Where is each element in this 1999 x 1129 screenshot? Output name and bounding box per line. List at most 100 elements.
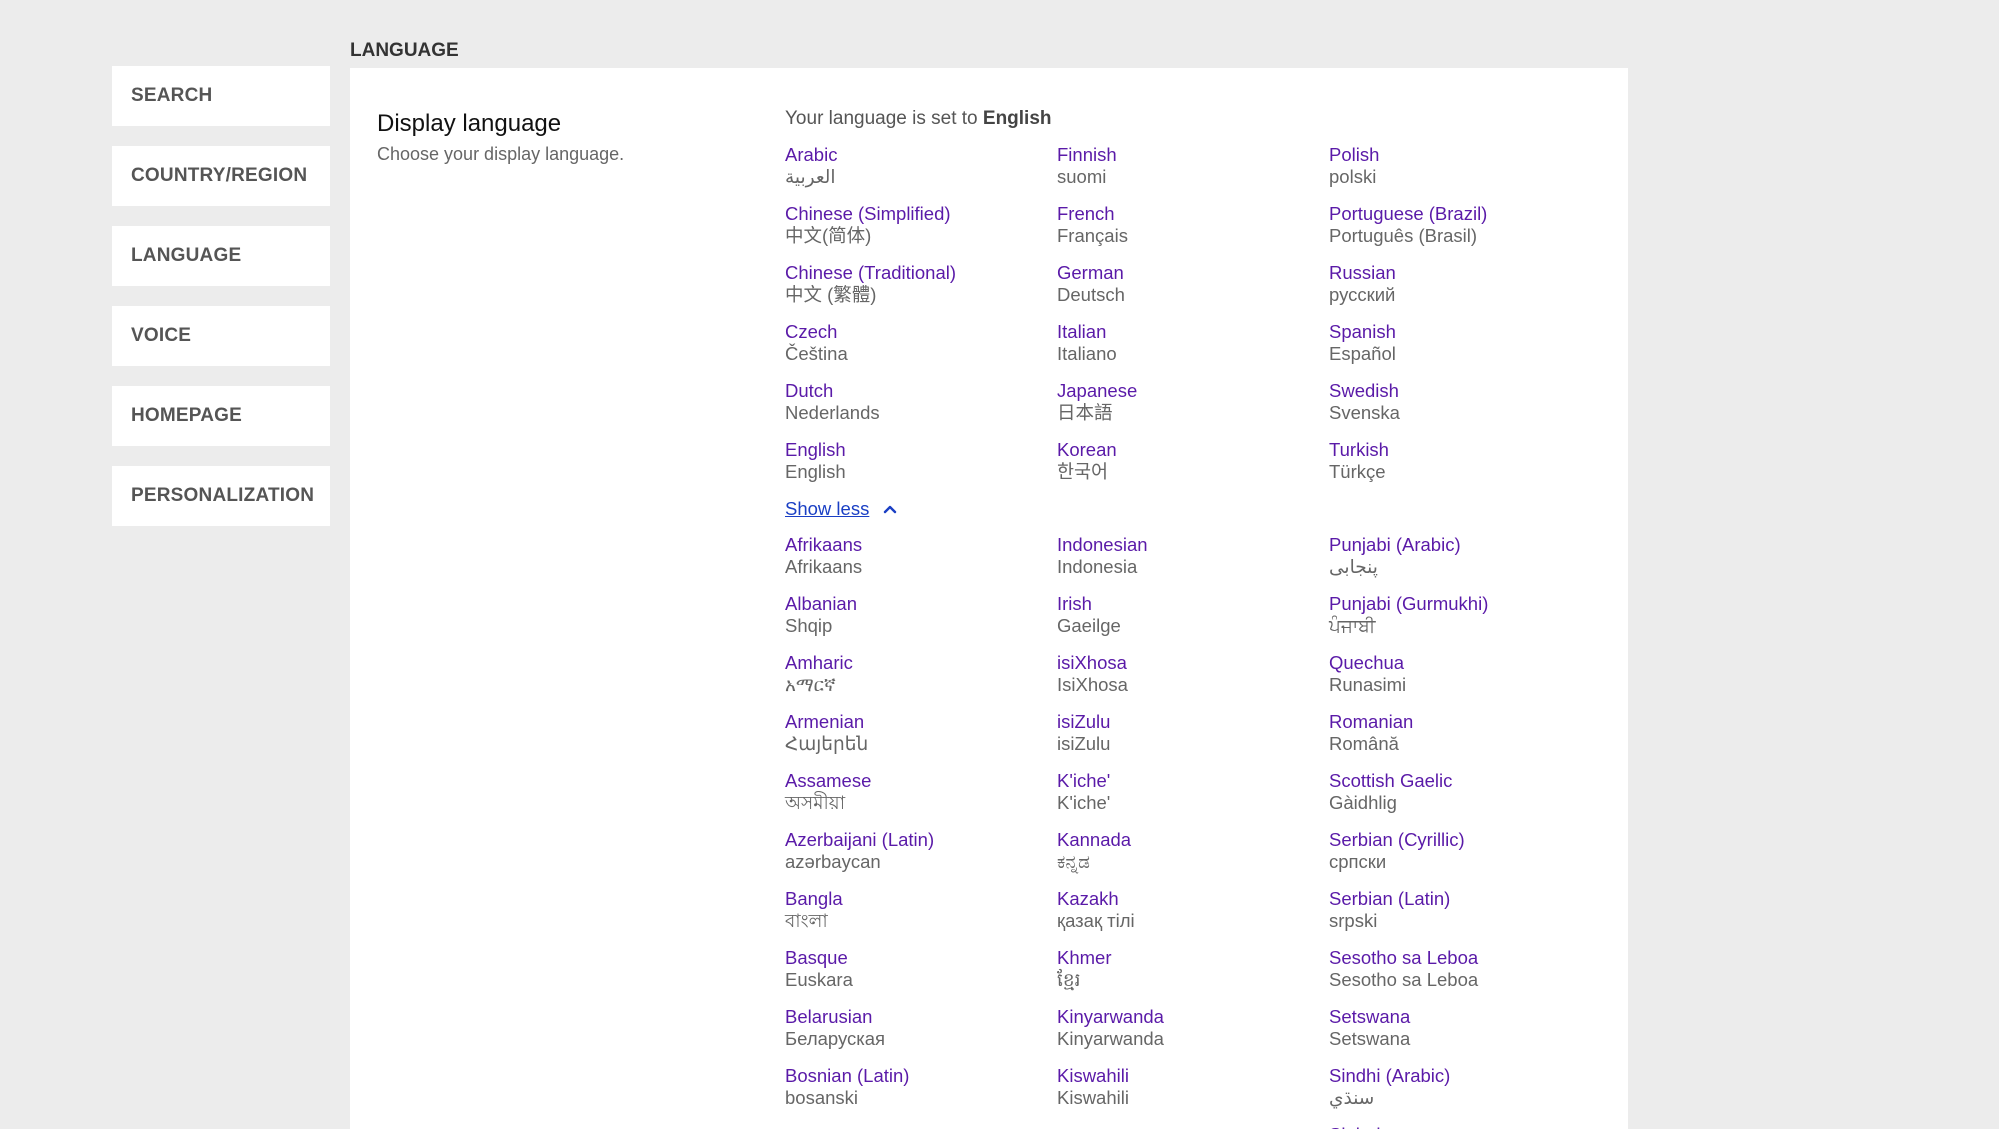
language-option-isixhosa[interactable]: isiXhosa IsiXhosa xyxy=(1057,652,1329,696)
language-native-name: bosanski xyxy=(785,1087,859,1108)
language-native-name: Nederlands xyxy=(785,402,880,423)
language-option-kinyarwanda[interactable]: Kinyarwanda Kinyarwanda xyxy=(1057,1006,1329,1050)
language-native-name: isiZulu xyxy=(1057,733,1111,754)
language-option-romanian[interactable]: Romanian Română xyxy=(1329,711,1619,755)
language-native-name: Kinyarwanda xyxy=(1057,1028,1164,1049)
language-native-name: অসমীয়া xyxy=(785,792,846,813)
show-less-link[interactable]: Show less xyxy=(785,498,897,520)
language-option-dutch[interactable]: Dutch Nederlands xyxy=(785,380,1057,424)
sidebar-item-personalization[interactable]: PERSONALIZATION xyxy=(112,466,330,526)
language-option-turkish[interactable]: Turkish Türkçe xyxy=(1329,439,1619,483)
language-option-japanese[interactable]: Japanese 日本語 xyxy=(1057,380,1329,424)
language-name: German xyxy=(1057,262,1124,283)
language-option-polish[interactable]: Polish polski xyxy=(1329,144,1619,188)
current-language-status: Your language is set to English xyxy=(785,108,1052,130)
language-option-bosnian-latin[interactable]: Bosnian (Latin) bosanski xyxy=(785,1065,1057,1109)
language-name: English xyxy=(785,439,846,460)
language-option-albanian[interactable]: Albanian Shqip xyxy=(785,593,1057,637)
language-native-name: ಕನ್ನಡ xyxy=(1057,851,1090,872)
language-option-punjabi-gurmukhi[interactable]: Punjabi (Gurmukhi) ਪੰਜਾਬੀ xyxy=(1329,593,1619,637)
settings-sidebar: SEARCH COUNTRY/REGION LANGUAGE VOICE HOM… xyxy=(112,66,330,546)
language-column: Arabic العربية Chinese (Simplified) 中文(简体) C… xyxy=(785,144,1057,498)
panel-heading: Display language Choose your display lan… xyxy=(377,110,624,165)
language-name: Kazakh xyxy=(1057,888,1119,909)
language-option-isizulu[interactable]: isiZulu isiZulu xyxy=(1057,711,1329,755)
language-option-chinese-traditional[interactable]: Chinese (Traditional) 中文 (繁體) xyxy=(785,262,1057,306)
language-name: Serbian (Latin) xyxy=(1329,888,1451,909)
language-option-kazakh[interactable]: Kazakh қазақ тілі xyxy=(1057,888,1329,932)
language-option-amharic[interactable]: Amharic አማርኛ xyxy=(785,652,1057,696)
language-name: Belarusian xyxy=(785,1006,873,1027)
language-name: Albanian xyxy=(785,593,858,614)
language-native-name: suomi xyxy=(1057,166,1107,187)
language-option-bangla[interactable]: Bangla বাংলা xyxy=(785,888,1057,932)
language-native-name: K'iche' xyxy=(1057,792,1111,813)
language-option-belarusian[interactable]: Belarusian Беларуская xyxy=(785,1006,1057,1050)
sidebar-item-language[interactable]: LANGUAGE xyxy=(112,226,330,286)
language-option-afrikaans[interactable]: Afrikaans Afrikaans xyxy=(785,534,1057,578)
language-option-kiswahili[interactable]: Kiswahili Kiswahili xyxy=(1057,1065,1329,1109)
language-option-english[interactable]: English English xyxy=(785,439,1057,483)
language-option-russian[interactable]: Russian русский xyxy=(1329,262,1619,306)
primary-language-grid: Arabic العربية Chinese (Simplified) 中文(简体) C… xyxy=(785,144,1619,498)
language-name: Afrikaans xyxy=(785,534,863,555)
language-option-arabic[interactable]: Arabic العربية xyxy=(785,144,1057,188)
language-name: Finnish xyxy=(1057,144,1117,165)
language-option-irish[interactable]: Irish Gaeilge xyxy=(1057,593,1329,637)
language-option-finnish[interactable]: Finnish suomi xyxy=(1057,144,1329,188)
language-native-name: Svenska xyxy=(1329,402,1400,423)
language-option-sindhi-arabic[interactable]: Sindhi (Arabic) سنڌي xyxy=(1329,1065,1619,1109)
language-name: Punjabi (Gurmukhi) xyxy=(1329,593,1489,614)
language-option-punjabi-arabic[interactable]: Punjabi (Arabic) پنجابی xyxy=(1329,534,1619,578)
language-name: Kiswahili xyxy=(1057,1065,1129,1086)
language-option-portuguese-brazil[interactable]: Portuguese (Brazil) Português (Brasil) xyxy=(1329,203,1619,247)
language-option-kannada[interactable]: Kannada ಕನ್ನಡ xyxy=(1057,829,1329,873)
language-option-k-iche[interactable]: K'iche' K'iche' xyxy=(1057,770,1329,814)
language-column: Finnish suomi French Français German Deutsch I… xyxy=(1057,144,1329,498)
language-option-armenian[interactable]: Armenian Հայերեն xyxy=(785,711,1057,755)
language-option-sesotho-sa-leboa[interactable]: Sesotho sa Leboa Sesotho sa Leboa xyxy=(1329,947,1619,991)
language-option-khmer[interactable]: Khmer ខ្មែរ xyxy=(1057,947,1329,991)
language-option-swedish[interactable]: Swedish Svenska xyxy=(1329,380,1619,424)
language-option-setswana[interactable]: Setswana Setswana xyxy=(1329,1006,1619,1050)
sidebar-item-search[interactable]: SEARCH xyxy=(112,66,330,126)
sidebar-item-voice[interactable]: VOICE xyxy=(112,306,330,366)
language-name: Arabic xyxy=(785,144,838,165)
sidebar-item-homepage[interactable]: HOMEPAGE xyxy=(112,386,330,446)
language-column: Polish polski Portuguese (Brazil) Português… xyxy=(1329,144,1619,498)
language-option-scottish-gaelic[interactable]: Scottish Gaelic Gàidhlig xyxy=(1329,770,1619,814)
language-option-basque[interactable]: Basque Euskara xyxy=(785,947,1057,991)
language-name: Irish xyxy=(1057,593,1092,614)
language-native-name: Euskara xyxy=(785,969,853,990)
language-native-name: Setswana xyxy=(1329,1028,1411,1049)
language-option-quechua[interactable]: Quechua Runasimi xyxy=(1329,652,1619,696)
language-option-chinese-simplified[interactable]: Chinese (Simplified) 中文(简体) xyxy=(785,203,1057,247)
language-option-sinhala[interactable]: Sinhala xyxy=(1329,1124,1619,1129)
sidebar-item-country-region[interactable]: COUNTRY/REGION xyxy=(112,146,330,206)
language-option-assamese[interactable]: Assamese অসমীয়া xyxy=(785,770,1057,814)
language-option-azerbaijani-latin[interactable]: Azerbaijani (Latin) azərbaycan xyxy=(785,829,1057,873)
language-option-czech[interactable]: Czech Čeština xyxy=(785,321,1057,365)
language-column: Afrikaans Afrikaans Albanian Shqip Amharic አማ… xyxy=(785,534,1057,1129)
language-option-french[interactable]: French Français xyxy=(1057,203,1329,247)
language-option-german[interactable]: German Deutsch xyxy=(1057,262,1329,306)
language-native-name: Deutsch xyxy=(1057,284,1125,305)
language-option-korean[interactable]: Korean 한국어 xyxy=(1057,439,1329,483)
language-name: French xyxy=(1057,203,1115,224)
language-native-name: azərbaycan xyxy=(785,851,881,872)
language-option-serbian-cyrillic[interactable]: Serbian (Cyrillic) српски xyxy=(1329,829,1619,873)
language-name: Scottish Gaelic xyxy=(1329,770,1453,791)
language-name: Sinhala xyxy=(1329,1124,1619,1129)
more-language-grid: Afrikaans Afrikaans Albanian Shqip Amharic አማ… xyxy=(785,534,1619,1129)
language-native-name: አማርኛ xyxy=(785,674,836,695)
language-option-spanish[interactable]: Spanish Español xyxy=(1329,321,1619,365)
language-native-name: Afrikaans xyxy=(785,556,863,577)
language-option-serbian-latin[interactable]: Serbian (Latin) srpski xyxy=(1329,888,1619,932)
status-value: English xyxy=(982,108,1052,129)
language-name: Khmer xyxy=(1057,947,1112,968)
language-option-indonesian[interactable]: Indonesian Indonesia xyxy=(1057,534,1329,578)
language-native-name: سنڌي xyxy=(1329,1087,1375,1108)
language-native-name: српски xyxy=(1329,851,1387,872)
panel-title: Display language xyxy=(377,110,562,137)
language-option-italian[interactable]: Italian Italiano xyxy=(1057,321,1329,365)
